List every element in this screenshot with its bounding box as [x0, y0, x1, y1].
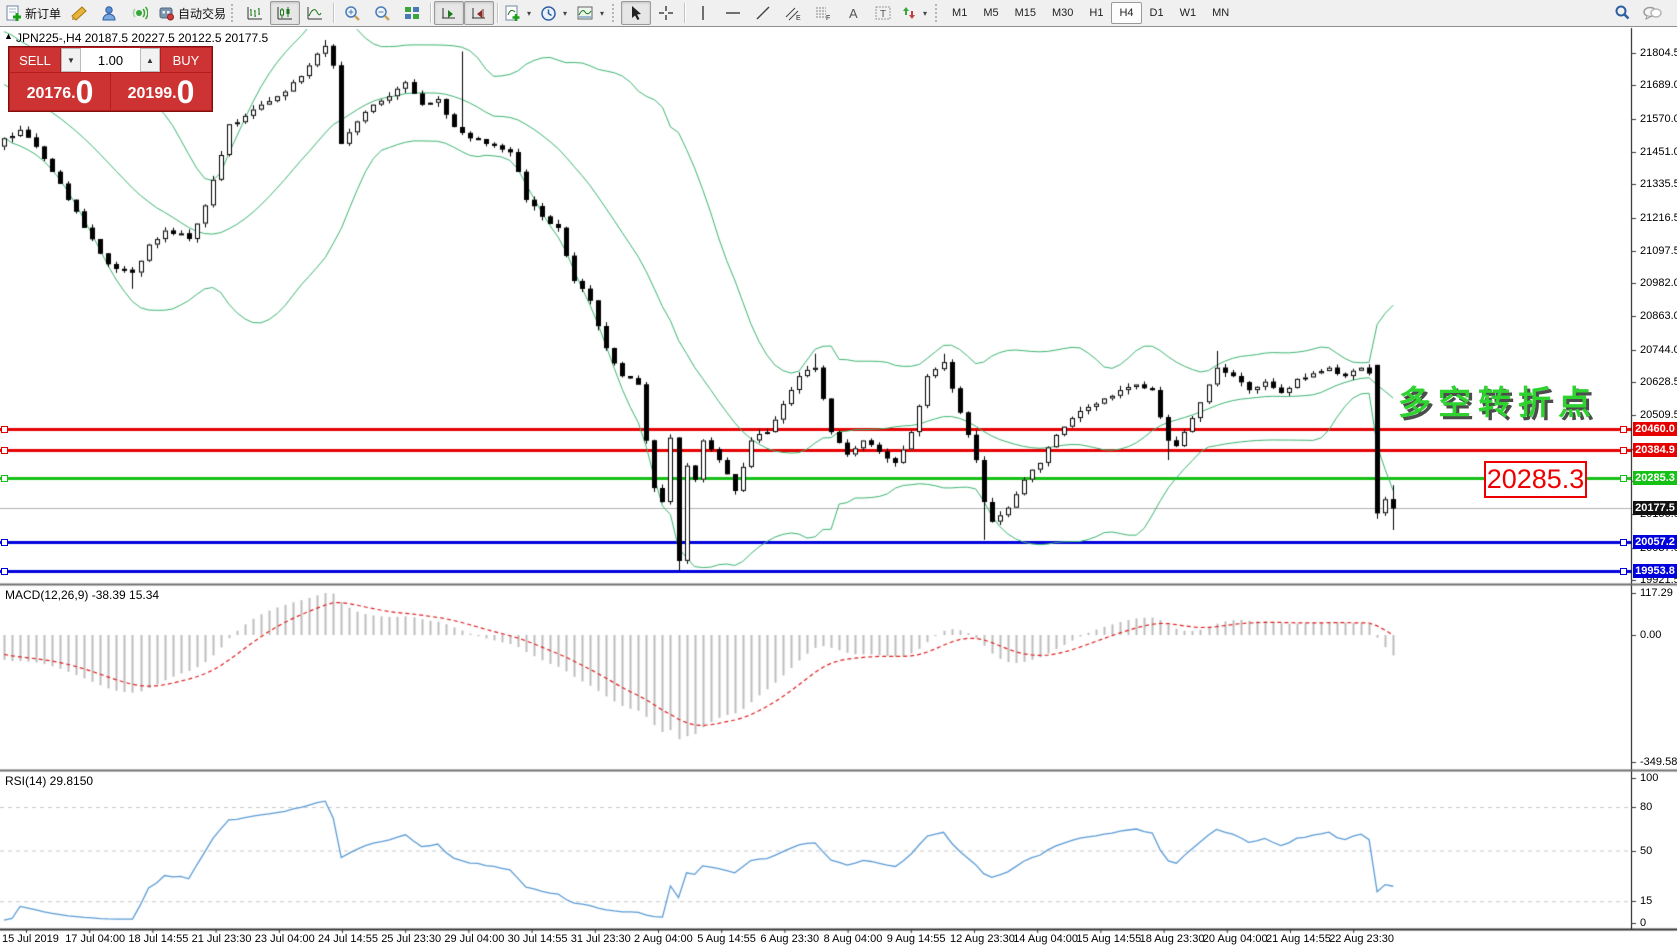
rsi-axis-tick: 100	[1640, 772, 1658, 784]
price-axis-tick: 20982.0	[1640, 277, 1677, 289]
price-axis-tick: 21570.0	[1640, 113, 1677, 125]
sell-button[interactable]: SELL	[10, 48, 60, 72]
volume-increase-button[interactable]: ▲	[140, 48, 160, 72]
turning-point-annotation: 多空转折点	[1398, 376, 1598, 424]
bid-price-panel[interactable]: 20176.0	[10, 73, 110, 110]
one-click-trading-panel: SELL ▼ 1.00 ▲ BUY 20176.0 20199.0	[8, 46, 213, 112]
one-click-collapse-icon[interactable]: ▲	[4, 31, 13, 41]
hline-anchor[interactable]	[1620, 475, 1627, 482]
bid-price: 20176.	[27, 79, 76, 109]
macd-indicator-label: MACD(12,26,9) -38.39 15.34	[5, 588, 159, 602]
price-axis-tick: 20628.5	[1640, 376, 1677, 388]
time-axis-label: 31 Jul 23:30	[571, 933, 631, 945]
price-axis-tick: 21216.5	[1640, 212, 1677, 224]
time-axis-label: 22 Aug 23:30	[1329, 933, 1394, 945]
rsi-axis-tick: 80	[1640, 801, 1652, 813]
rsi-axis-tick: 15	[1640, 895, 1652, 907]
price-axis-tick: 21689.0	[1640, 79, 1677, 91]
mt4-window: { "toolbar": { "new_order_label": "新订单",…	[0, 0, 1677, 951]
chart-title-ohlc: JPN225-,H4 20187.5 20227.5 20122.5 20177…	[16, 31, 268, 45]
time-axis-label: 23 Jul 04:00	[255, 933, 315, 945]
price-axis-tick: 21804.5	[1640, 47, 1677, 59]
time-axis-label: 5 Aug 14:55	[697, 933, 756, 945]
hline-anchor[interactable]	[1, 475, 8, 482]
time-axis-label: 2 Aug 04:00	[634, 933, 693, 945]
ask-price: 20199.	[128, 79, 177, 109]
time-axis-label: 12 Aug 23:30	[950, 933, 1015, 945]
ask-price-panel[interactable]: 20199.0	[111, 73, 211, 110]
hline-anchor[interactable]	[1620, 539, 1627, 546]
time-axis-label: 24 Jul 14:55	[318, 933, 378, 945]
chart-plot-canvas[interactable]	[0, 0, 1677, 951]
macd-axis-tick: 117.29	[1640, 587, 1673, 599]
time-axis-label: 21 Aug 14:55	[1266, 933, 1331, 945]
bid-price-big-digit: 0	[76, 75, 94, 109]
volume-stepper: ▼ 1.00 ▲	[61, 48, 160, 72]
rsi-indicator-label: RSI(14) 29.8150	[5, 774, 93, 788]
price-line-badge: 20177.5	[1633, 501, 1677, 515]
hline-anchor[interactable]	[1620, 568, 1627, 575]
hline-anchor[interactable]	[1, 447, 8, 454]
hline-anchor[interactable]	[1620, 447, 1627, 454]
price-line-badge: 20384.9	[1633, 443, 1677, 457]
time-axis-label: 20 Aug 04:00	[1203, 933, 1268, 945]
price-line-badge: 20285.3	[1633, 471, 1677, 485]
time-axis-label: 18 Aug 23:30	[1140, 933, 1205, 945]
macd-axis-tick: -349.58	[1640, 756, 1677, 768]
price-line-badge: 19953.8	[1633, 564, 1677, 578]
volume-decrease-button[interactable]: ▼	[61, 48, 81, 72]
time-axis-label: 14 Aug 04:00	[1013, 933, 1078, 945]
time-axis-label: 18 Jul 14:55	[128, 933, 188, 945]
price-axis-tick: 21451.0	[1640, 146, 1677, 158]
buy-button[interactable]: BUY	[161, 48, 211, 72]
volume-input[interactable]: 1.00	[81, 48, 140, 72]
time-axis-label: 25 Jul 23:30	[381, 933, 441, 945]
time-axis-label: 21 Jul 23:30	[192, 933, 252, 945]
price-axis-tick: 20744.0	[1640, 344, 1677, 356]
price-line-badge: 20460.0	[1633, 422, 1677, 436]
price-callout-box: 20285.3	[1484, 461, 1587, 498]
rsi-axis-tick: 0	[1640, 917, 1646, 929]
hline-anchor[interactable]	[1620, 426, 1627, 433]
price-axis-tick: 21097.5	[1640, 245, 1677, 257]
time-axis-label: 8 Aug 04:00	[824, 933, 883, 945]
rsi-axis-tick: 50	[1640, 845, 1652, 857]
macd-axis-tick: 0.00	[1640, 629, 1661, 641]
price-line-badge: 20057.2	[1633, 535, 1677, 549]
time-axis-label: 9 Aug 14:55	[887, 933, 946, 945]
price-axis-tick: 20509.5	[1640, 409, 1677, 421]
time-axis-label: 6 Aug 23:30	[760, 933, 819, 945]
price-axis-tick: 21335.5	[1640, 178, 1677, 190]
time-axis-label: 15 Jul 2019	[2, 933, 59, 945]
ask-price-big-digit: 0	[177, 75, 195, 109]
hline-anchor[interactable]	[1, 426, 8, 433]
hline-anchor[interactable]	[1, 568, 8, 575]
price-axis-tick: 20863.0	[1640, 310, 1677, 322]
time-axis-label: 15 Aug 14:55	[1076, 933, 1141, 945]
hline-anchor[interactable]	[1, 539, 8, 546]
time-axis-label: 29 Jul 04:00	[444, 933, 504, 945]
time-axis-label: 30 Jul 14:55	[508, 933, 568, 945]
time-axis-label: 17 Jul 04:00	[65, 933, 125, 945]
